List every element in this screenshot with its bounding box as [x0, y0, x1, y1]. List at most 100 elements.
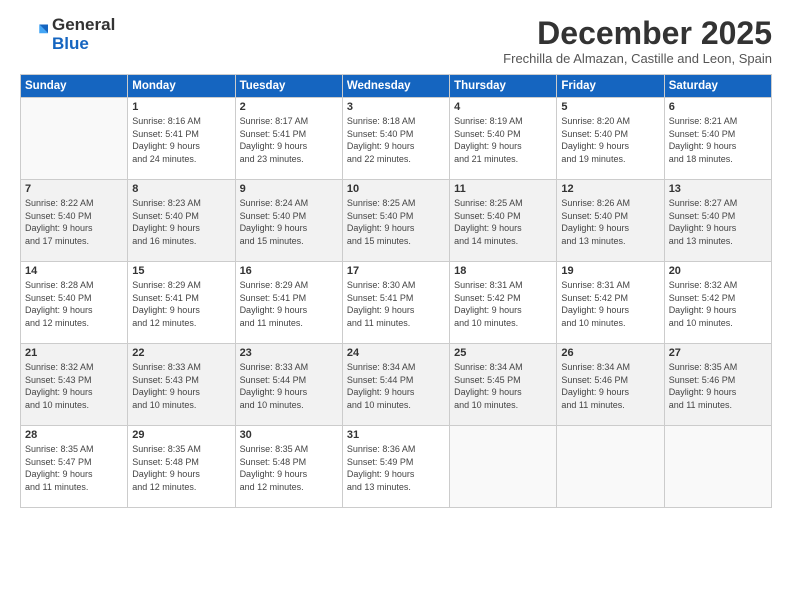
day-info: Sunrise: 8:33 AM Sunset: 5:43 PM Dayligh…	[132, 361, 230, 411]
day-info: Sunrise: 8:35 AM Sunset: 5:48 PM Dayligh…	[240, 443, 338, 493]
calendar-week-row: 21Sunrise: 8:32 AM Sunset: 5:43 PM Dayli…	[21, 344, 772, 426]
day-info: Sunrise: 8:24 AM Sunset: 5:40 PM Dayligh…	[240, 197, 338, 247]
day-number: 27	[669, 347, 767, 359]
day-info: Sunrise: 8:25 AM Sunset: 5:40 PM Dayligh…	[347, 197, 445, 247]
title-block: December 2025 Frechilla de Almazan, Cast…	[503, 16, 772, 66]
day-number: 11	[454, 183, 552, 195]
day-number: 22	[132, 347, 230, 359]
calendar-cell: 21Sunrise: 8:32 AM Sunset: 5:43 PM Dayli…	[21, 344, 128, 426]
logo-text: General Blue	[52, 16, 115, 53]
weekday-header-friday: Friday	[557, 75, 664, 98]
day-number: 8	[132, 183, 230, 195]
calendar: SundayMondayTuesdayWednesdayThursdayFrid…	[20, 74, 772, 508]
calendar-cell	[21, 98, 128, 180]
day-number: 3	[347, 101, 445, 113]
calendar-cell: 24 Sunrise: 8:34 AM Sunset: 5:44 PM Dayli…	[342, 344, 449, 426]
calendar-cell: 5 Sunrise: 8:20 AM Sunset: 5:40 PM Daylig…	[557, 98, 664, 180]
calendar-cell: 19 Sunrise: 8:31 AM Sunset: 5:42 PM Dayli…	[557, 262, 664, 344]
weekday-header-monday: Monday	[128, 75, 235, 98]
calendar-cell: 18Sunrise: 8:31 AM Sunset: 5:42 PM Dayli…	[450, 262, 557, 344]
logo-general: General	[52, 16, 115, 35]
calendar-cell: 26 Sunrise: 8:34 AM Sunset: 5:46 PM Dayli…	[557, 344, 664, 426]
day-number: 1	[132, 101, 230, 113]
day-info: Sunrise: 8:23 AM Sunset: 5:40 PM Dayligh…	[132, 197, 230, 247]
calendar-week-row: 7 Sunrise: 8:22 AM Sunset: 5:40 PM Daylig…	[21, 180, 772, 262]
day-number: 5	[561, 101, 659, 113]
calendar-cell: 1Sunrise: 8:16 AM Sunset: 5:41 PM Daylig…	[128, 98, 235, 180]
day-info: Sunrise: 8:21 AM Sunset: 5:40 PM Dayligh…	[669, 115, 767, 165]
day-info: Sunrise: 8:18 AM Sunset: 5:40 PM Dayligh…	[347, 115, 445, 165]
day-number: 13	[669, 183, 767, 195]
calendar-cell: 7 Sunrise: 8:22 AM Sunset: 5:40 PM Daylig…	[21, 180, 128, 262]
calendar-cell: 20 Sunrise: 8:32 AM Sunset: 5:42 PM Dayli…	[664, 262, 771, 344]
calendar-cell: 3 Sunrise: 8:18 AM Sunset: 5:40 PM Daylig…	[342, 98, 449, 180]
day-info: Sunrise: 8:34 AM Sunset: 5:45 PM Dayligh…	[454, 361, 552, 411]
weekday-header-saturday: Saturday	[664, 75, 771, 98]
day-number: 31	[347, 429, 445, 441]
day-info: Sunrise: 8:20 AM Sunset: 5:40 PM Dayligh…	[561, 115, 659, 165]
day-number: 29	[132, 429, 230, 441]
calendar-cell: 25 Sunrise: 8:34 AM Sunset: 5:45 PM Dayli…	[450, 344, 557, 426]
day-number: 24	[347, 347, 445, 359]
weekday-header-row: SundayMondayTuesdayWednesdayThursdayFrid…	[21, 75, 772, 98]
calendar-cell: 15 Sunrise: 8:29 AM Sunset: 5:41 PM Dayli…	[128, 262, 235, 344]
day-number: 19	[561, 265, 659, 277]
calendar-cell	[557, 426, 664, 508]
calendar-cell: 28Sunrise: 8:35 AM Sunset: 5:47 PM Dayli…	[21, 426, 128, 508]
calendar-cell: 10Sunrise: 8:25 AM Sunset: 5:40 PM Dayli…	[342, 180, 449, 262]
day-number: 4	[454, 101, 552, 113]
calendar-week-row: 1Sunrise: 8:16 AM Sunset: 5:41 PM Daylig…	[21, 98, 772, 180]
location-subtitle: Frechilla de Almazan, Castille and Leon,…	[503, 51, 772, 66]
day-info: Sunrise: 8:31 AM Sunset: 5:42 PM Dayligh…	[561, 279, 659, 329]
day-number: 2	[240, 101, 338, 113]
day-info: Sunrise: 8:22 AM Sunset: 5:40 PM Dayligh…	[25, 197, 123, 247]
day-number: 25	[454, 347, 552, 359]
calendar-cell: 23Sunrise: 8:33 AM Sunset: 5:44 PM Dayli…	[235, 344, 342, 426]
day-info: Sunrise: 8:34 AM Sunset: 5:46 PM Dayligh…	[561, 361, 659, 411]
logo-blue: Blue	[52, 35, 115, 54]
day-number: 26	[561, 347, 659, 359]
calendar-cell: 30 Sunrise: 8:35 AM Sunset: 5:48 PM Dayli…	[235, 426, 342, 508]
calendar-cell	[664, 426, 771, 508]
calendar-cell	[450, 426, 557, 508]
day-info: Sunrise: 8:25 AM Sunset: 5:40 PM Dayligh…	[454, 197, 552, 247]
calendar-cell: 8 Sunrise: 8:23 AM Sunset: 5:40 PM Daylig…	[128, 180, 235, 262]
day-number: 20	[669, 265, 767, 277]
calendar-cell: 14Sunrise: 8:28 AM Sunset: 5:40 PM Dayli…	[21, 262, 128, 344]
weekday-header-thursday: Thursday	[450, 75, 557, 98]
day-info: Sunrise: 8:30 AM Sunset: 5:41 PM Dayligh…	[347, 279, 445, 329]
day-number: 30	[240, 429, 338, 441]
day-info: Sunrise: 8:32 AM Sunset: 5:42 PM Dayligh…	[669, 279, 767, 329]
day-number: 15	[132, 265, 230, 277]
month-title: December 2025	[503, 16, 772, 51]
logo: General Blue	[20, 16, 115, 53]
calendar-cell: 2Sunrise: 8:17 AM Sunset: 5:41 PM Daylig…	[235, 98, 342, 180]
day-info: Sunrise: 8:34 AM Sunset: 5:44 PM Dayligh…	[347, 361, 445, 411]
day-number: 12	[561, 183, 659, 195]
day-number: 9	[240, 183, 338, 195]
day-info: Sunrise: 8:26 AM Sunset: 5:40 PM Dayligh…	[561, 197, 659, 247]
day-info: Sunrise: 8:27 AM Sunset: 5:40 PM Dayligh…	[669, 197, 767, 247]
calendar-cell: 4Sunrise: 8:19 AM Sunset: 5:40 PM Daylig…	[450, 98, 557, 180]
header: General Blue December 2025 Frechilla de …	[20, 16, 772, 66]
day-info: Sunrise: 8:36 AM Sunset: 5:49 PM Dayligh…	[347, 443, 445, 493]
day-number: 7	[25, 183, 123, 195]
day-info: Sunrise: 8:29 AM Sunset: 5:41 PM Dayligh…	[132, 279, 230, 329]
day-number: 21	[25, 347, 123, 359]
calendar-cell: 11 Sunrise: 8:25 AM Sunset: 5:40 PM Dayli…	[450, 180, 557, 262]
calendar-cell: 6Sunrise: 8:21 AM Sunset: 5:40 PM Daylig…	[664, 98, 771, 180]
day-number: 14	[25, 265, 123, 277]
calendar-cell: 22 Sunrise: 8:33 AM Sunset: 5:43 PM Dayli…	[128, 344, 235, 426]
calendar-cell: 13 Sunrise: 8:27 AM Sunset: 5:40 PM Dayli…	[664, 180, 771, 262]
calendar-week-row: 28Sunrise: 8:35 AM Sunset: 5:47 PM Dayli…	[21, 426, 772, 508]
page: General Blue December 2025 Frechilla de …	[0, 0, 792, 612]
day-info: Sunrise: 8:35 AM Sunset: 5:46 PM Dayligh…	[669, 361, 767, 411]
weekday-header-tuesday: Tuesday	[235, 75, 342, 98]
day-info: Sunrise: 8:33 AM Sunset: 5:44 PM Dayligh…	[240, 361, 338, 411]
day-number: 17	[347, 265, 445, 277]
day-number: 28	[25, 429, 123, 441]
day-info: Sunrise: 8:29 AM Sunset: 5:41 PM Dayligh…	[240, 279, 338, 329]
calendar-cell: 12 Sunrise: 8:26 AM Sunset: 5:40 PM Dayli…	[557, 180, 664, 262]
weekday-header-wednesday: Wednesday	[342, 75, 449, 98]
calendar-cell: 17 Sunrise: 8:30 AM Sunset: 5:41 PM Dayli…	[342, 262, 449, 344]
